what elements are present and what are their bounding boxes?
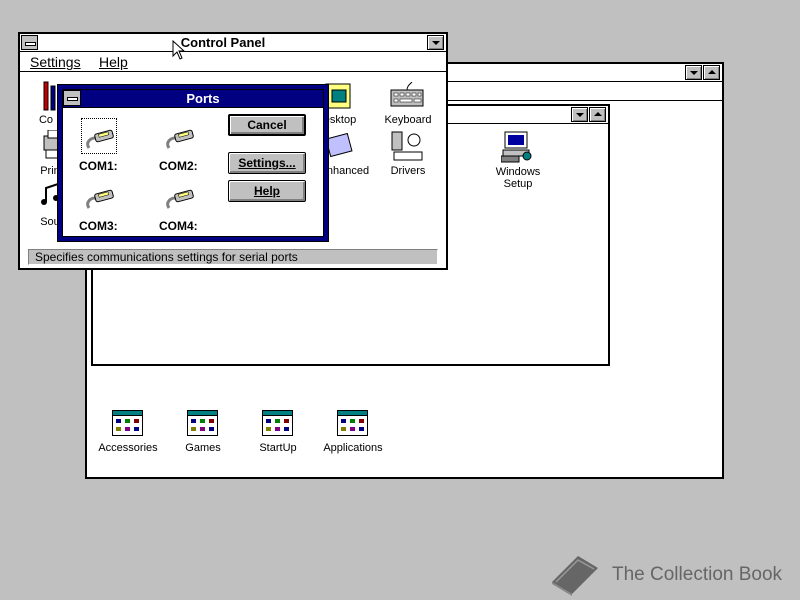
port-com3[interactable]: COM3: bbox=[77, 174, 137, 234]
group-label-applications: Applications bbox=[323, 442, 383, 454]
serial-port-icon bbox=[166, 189, 194, 209]
ports-titlebar[interactable]: Ports bbox=[63, 90, 323, 108]
keyboard-icon[interactable] bbox=[390, 82, 426, 112]
serial-port-icon bbox=[86, 189, 114, 209]
port-label-com4: COM4: bbox=[159, 219, 198, 233]
settings-button[interactable]: Settings... bbox=[228, 152, 306, 174]
watermark: The Collection Book bbox=[546, 550, 796, 596]
system-menu-button[interactable] bbox=[21, 35, 38, 50]
menu-settings[interactable]: Settings bbox=[30, 54, 81, 70]
icon-label-keyboard: Keyboard bbox=[384, 114, 432, 126]
ports-system-menu-button[interactable] bbox=[63, 90, 81, 106]
control-panel-menubar: Settings Help bbox=[20, 52, 446, 72]
ports-dialog[interactable]: Ports COM1: COM2: COM3: COM4: Cancel Set… bbox=[57, 84, 329, 242]
windows-setup-label: Windows Setup bbox=[495, 166, 541, 190]
minimize-button[interactable] bbox=[685, 65, 702, 80]
help-button[interactable]: Help bbox=[228, 180, 306, 202]
serial-port-icon bbox=[86, 129, 114, 149]
port-label-com3: COM3: bbox=[79, 219, 118, 233]
cancel-button[interactable]: Cancel bbox=[228, 114, 306, 136]
icon-label-drivers: Drivers bbox=[390, 165, 426, 177]
serial-port-icon bbox=[166, 129, 194, 149]
program-group-icon bbox=[187, 410, 218, 436]
port-label-com2: COM2: bbox=[159, 159, 198, 173]
maximize-button[interactable] bbox=[703, 65, 720, 80]
program-group-icon bbox=[337, 410, 368, 436]
control-panel-minimize-button[interactable] bbox=[427, 35, 444, 50]
book-icon bbox=[552, 556, 598, 596]
ports-dialog-inner: Ports COM1: COM2: COM3: COM4: Cancel Set… bbox=[62, 89, 324, 237]
port-label-com1: COM1: bbox=[79, 159, 118, 173]
menu-help[interactable]: Help bbox=[99, 54, 128, 70]
program-group-icon bbox=[112, 410, 143, 436]
windows-setup-item[interactable]: Windows Setup bbox=[483, 130, 553, 190]
port-com2[interactable]: COM2: bbox=[157, 114, 217, 174]
group-minimize-button[interactable] bbox=[571, 107, 588, 122]
status-text: Specifies communications settings for se… bbox=[35, 250, 298, 264]
control-panel-statusbar: Specifies communications settings for se… bbox=[28, 249, 438, 265]
group-maximize-button[interactable] bbox=[589, 107, 606, 122]
windows-setup-icon bbox=[501, 131, 532, 163]
program-group-icon bbox=[262, 410, 293, 436]
ports-title: Ports bbox=[186, 91, 220, 106]
watermark-text: The Collection Book bbox=[612, 564, 783, 585]
port-com4[interactable]: COM4: bbox=[157, 174, 217, 234]
mouse-cursor-icon bbox=[172, 40, 186, 60]
drivers-icon[interactable] bbox=[390, 130, 426, 162]
control-panel-titlebar[interactable]: Control Panel bbox=[20, 34, 446, 52]
control-panel-title: Control Panel bbox=[180, 35, 266, 50]
port-com1[interactable]: COM1: bbox=[77, 114, 137, 174]
